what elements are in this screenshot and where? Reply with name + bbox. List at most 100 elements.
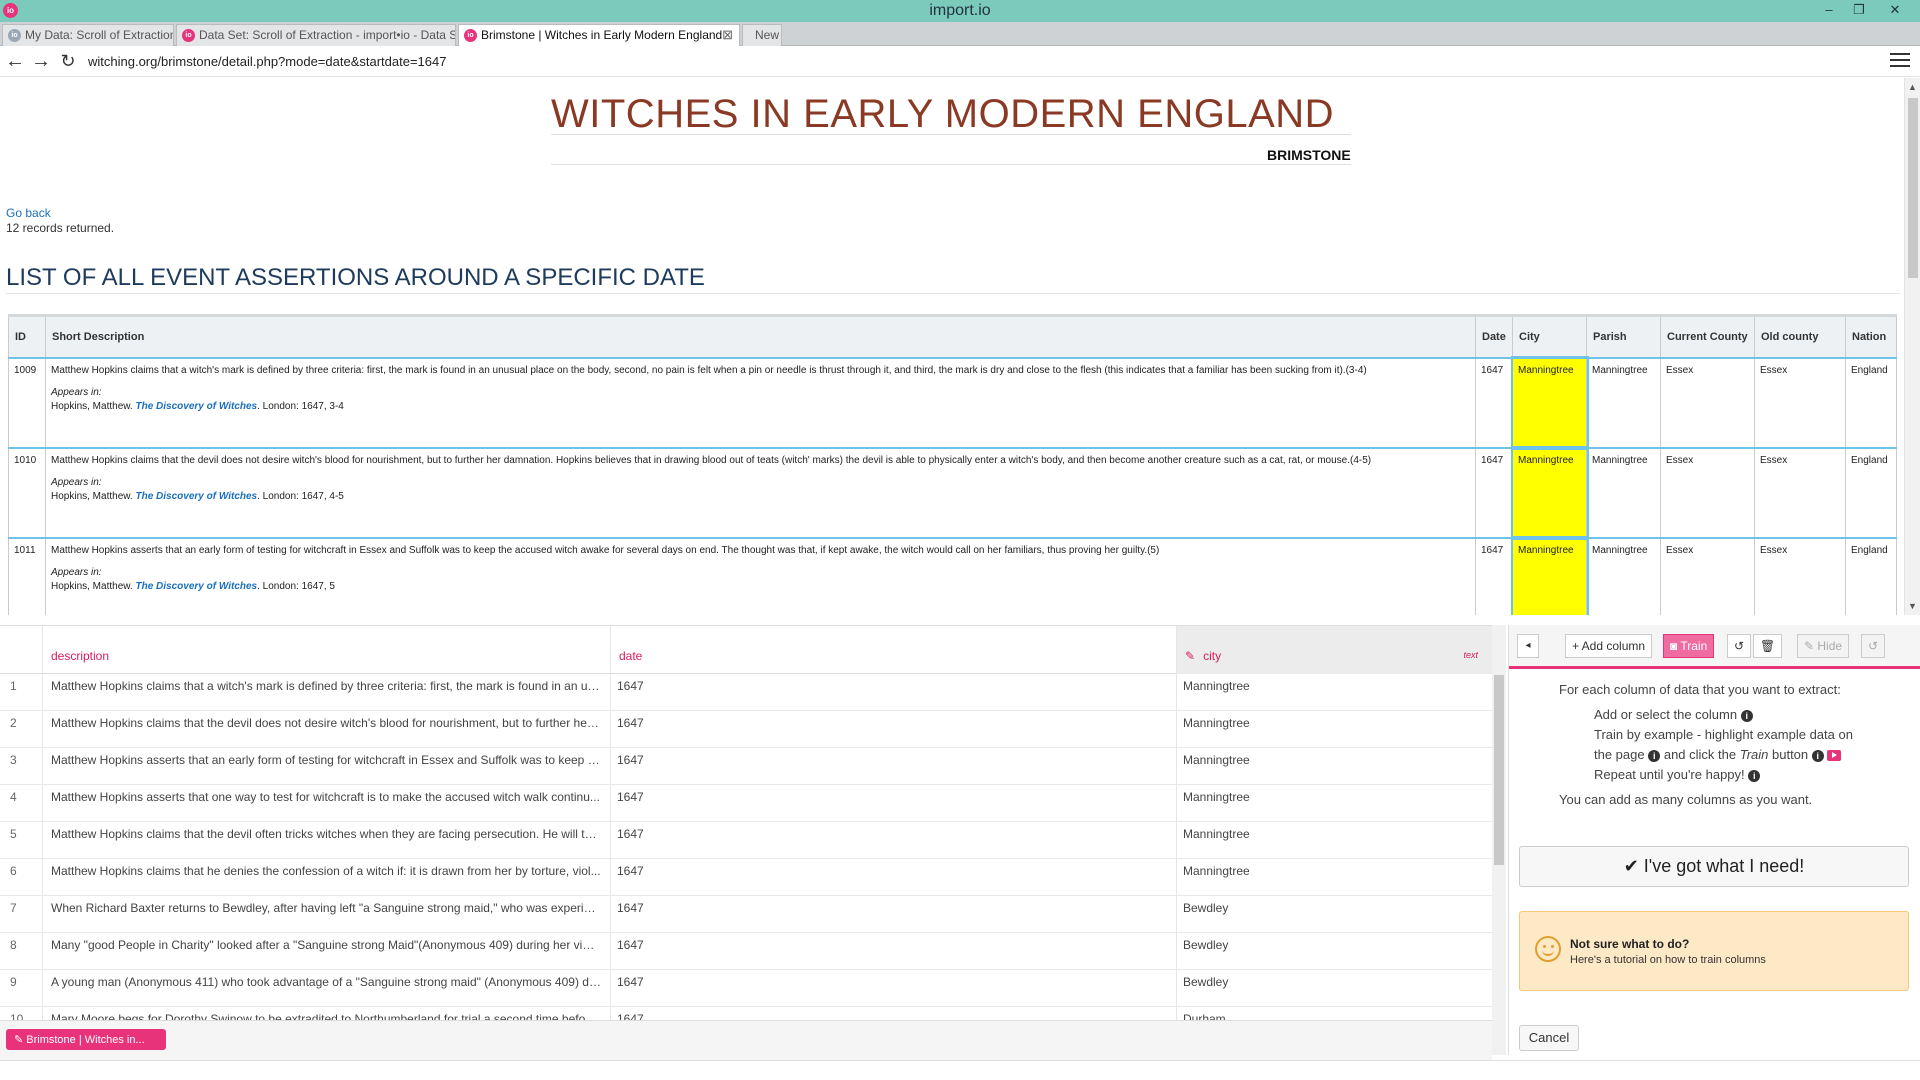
cell-city[interactable]: Bewdley	[1183, 901, 1228, 915]
cell-city[interactable]: Manningtree	[1183, 864, 1250, 878]
delete-column-icon[interactable]: 🗑	[1753, 634, 1783, 658]
info-icon[interactable]: i	[1811, 749, 1824, 762]
cell-date[interactable]: 1647	[617, 938, 644, 952]
cell-description[interactable]: Matthew Hopkins claims that the devil do…	[51, 716, 601, 730]
cell-date[interactable]: 1647	[617, 716, 644, 730]
collapse-panel-button[interactable]: ◂	[1517, 634, 1539, 658]
tab-brimstone[interactable]: io Brimstone | Witches in Early Modern E…	[458, 24, 740, 46]
cancel-button[interactable]: Cancel	[1519, 1025, 1579, 1051]
cell-date[interactable]: 1647	[617, 679, 644, 693]
scrollbar-thumb[interactable]	[1494, 675, 1504, 865]
got-what-i-need-button[interactable]: ✔ I've got what I need!	[1519, 846, 1909, 887]
cell-description[interactable]: Many "good People in Charity" looked aft…	[51, 938, 601, 952]
cell-city[interactable]: Manningtree	[1183, 753, 1250, 767]
cell-description[interactable]: When Richard Baxter returns to Bewdley, …	[51, 901, 601, 915]
back-arrow-icon[interactable]: ←	[4, 50, 26, 72]
maximize-button[interactable]: ❐	[1844, 0, 1874, 22]
go-back-link[interactable]: Go back	[6, 206, 51, 220]
tab-new[interactable]: New	[742, 24, 782, 46]
cell-description[interactable]: Matthew Hopkins claims that a witch's ma…	[51, 679, 601, 693]
cell-description[interactable]: A young man (Anonymous 411) who took adv…	[51, 975, 601, 989]
edit-column-icon[interactable]: ✎	[1185, 649, 1195, 663]
grid-row[interactable]: 6 Matthew Hopkins claims that he denies t…	[0, 859, 1492, 896]
cell-description[interactable]: Matthew Hopkins asserts that one way to …	[51, 790, 601, 804]
scrollbar-thumb[interactable]	[1908, 98, 1918, 278]
cell-date[interactable]: 1647	[617, 864, 644, 878]
url-field[interactable]: witching.org/brimstone/detail.php?mode=d…	[88, 54, 446, 69]
column-type-tag[interactable]: text	[1463, 650, 1478, 660]
column-label: description	[51, 649, 110, 663]
grid-row[interactable]: 9 A young man (Anonymous 411) who took ad…	[0, 970, 1492, 1007]
scroll-up-arrow-icon[interactable]: ▲	[1908, 82, 1917, 92]
undo-icon[interactable]: ↺	[1727, 634, 1752, 658]
record-city-highlighted[interactable]: Manningtree	[1510, 355, 1589, 450]
table-row[interactable]: 1010 Matthew Hopkins claims that the dev…	[8, 445, 1897, 540]
cell-city[interactable]: Manningtree	[1183, 679, 1250, 693]
tab-close-icon[interactable]: ⊠	[722, 27, 733, 43]
cell-date[interactable]: 1647	[617, 790, 644, 804]
reload-icon[interactable]: ↻	[57, 50, 79, 72]
help-callout: Not sure what to do? Here's a tutorial o…	[1519, 911, 1909, 991]
record-city-highlighted[interactable]: Manningtree	[1510, 445, 1589, 540]
video-play-icon[interactable]	[1827, 750, 1842, 762]
source-page-tab[interactable]: ✎ Brimstone | Witches in...	[6, 1029, 166, 1050]
table-row[interactable]: 1009 Matthew Hopkins claims that a witch…	[8, 355, 1897, 450]
cell-date[interactable]: 1647	[617, 975, 644, 989]
status-bar	[0, 1060, 1920, 1080]
grid-scrollbar[interactable]	[1492, 625, 1506, 1055]
record-nation: England	[1845, 536, 1897, 615]
tab-my-data[interactable]: io My Data: Scroll of Extraction	[2, 24, 174, 46]
cell-city[interactable]: Manningtree	[1183, 790, 1250, 804]
row-number: 1	[10, 679, 17, 693]
cell-city[interactable]: Manningtree	[1183, 827, 1250, 841]
site-title: WITCHES IN EARLY MODERN ENGLAND	[551, 92, 1335, 136]
cell-description[interactable]: Matthew Hopkins claims that the devil of…	[51, 827, 601, 841]
train-button[interactable]: ◙ Train	[1663, 634, 1715, 658]
citation-book-link[interactable]: The Discovery of Witches	[136, 581, 258, 592]
grid-row[interactable]: 4 Matthew Hopkins asserts that one way to…	[0, 785, 1492, 822]
record-old-county: Essex	[1754, 536, 1846, 615]
info-icon[interactable]: i	[1648, 749, 1661, 762]
grid-row[interactable]: 2 Matthew Hopkins claims that the devil d…	[0, 711, 1492, 748]
window-title: import.io	[929, 2, 991, 19]
column-header-city[interactable]: ✎ city text	[1176, 626, 1492, 674]
citation-author: Hopkins, Matthew.	[51, 400, 133, 412]
instruction-step-1: Add or select the column i	[1594, 707, 1753, 722]
record-city-highlighted[interactable]: Manningtree	[1510, 535, 1589, 615]
cell-date[interactable]: 1647	[617, 901, 644, 915]
reset-icon[interactable]: ↺	[1861, 634, 1886, 658]
grid-row[interactable]: 1 Matthew Hopkins claims that a witch's m…	[0, 674, 1492, 711]
page-scrollbar[interactable]: ▲ ▼	[1904, 78, 1920, 615]
grid-row[interactable]: 3 Matthew Hopkins asserts that an early f…	[0, 748, 1492, 785]
citation-book-link[interactable]: The Discovery of Witches	[136, 491, 258, 502]
forward-arrow-icon[interactable]: →	[30, 50, 52, 72]
column-header-date[interactable]: date	[610, 626, 1176, 674]
instruction-step-2-cont: the page i and click the Train button i	[1594, 747, 1842, 762]
citation-book-link[interactable]: The Discovery of Witches	[136, 401, 258, 412]
add-column-button[interactable]: + Add column	[1565, 634, 1653, 658]
info-icon[interactable]: i	[1740, 709, 1753, 722]
info-icon[interactable]: i	[1748, 769, 1761, 782]
close-window-button[interactable]: ✕	[1880, 0, 1910, 22]
tutorial-link[interactable]: Here's a tutorial on how to train column…	[1570, 954, 1766, 966]
grid-row[interactable]: 8 Many "good People in Charity" looked af…	[0, 933, 1492, 970]
scroll-down-arrow-icon[interactable]: ▼	[1908, 601, 1917, 611]
minimize-button[interactable]: ‒	[1814, 0, 1844, 22]
hide-button[interactable]: ✎ Hide	[1797, 634, 1850, 658]
browser-menu-icon[interactable]	[1890, 53, 1910, 69]
grid-row[interactable]: 10 Mary Moore begs for Dorothy Swinow to …	[0, 1007, 1492, 1021]
cell-city[interactable]: Manningtree	[1183, 716, 1250, 730]
help-title: Not sure what to do?	[1570, 937, 1690, 951]
cell-date[interactable]: 1647	[617, 827, 644, 841]
cell-city[interactable]: Bewdley	[1183, 938, 1228, 952]
cell-description[interactable]: Matthew Hopkins asserts that an early fo…	[51, 753, 601, 767]
table-row[interactable]: 1011 Matthew Hopkins asserts that an ear…	[8, 535, 1897, 615]
tab-data-set[interactable]: io Data Set: Scroll of Extraction - impo…	[176, 24, 456, 46]
grid-row[interactable]: 5 Matthew Hopkins claims that the devil o…	[0, 822, 1492, 859]
grid-row[interactable]: 7 When Richard Baxter returns to Bewdley,…	[0, 896, 1492, 933]
column-header-description[interactable]: description	[42, 626, 610, 674]
record-description-cell: Matthew Hopkins claims that the devil do…	[45, 446, 1476, 539]
cell-city[interactable]: Bewdley	[1183, 975, 1228, 989]
cell-date[interactable]: 1647	[617, 753, 644, 767]
cell-description[interactable]: Matthew Hopkins claims that he denies th…	[51, 864, 601, 878]
